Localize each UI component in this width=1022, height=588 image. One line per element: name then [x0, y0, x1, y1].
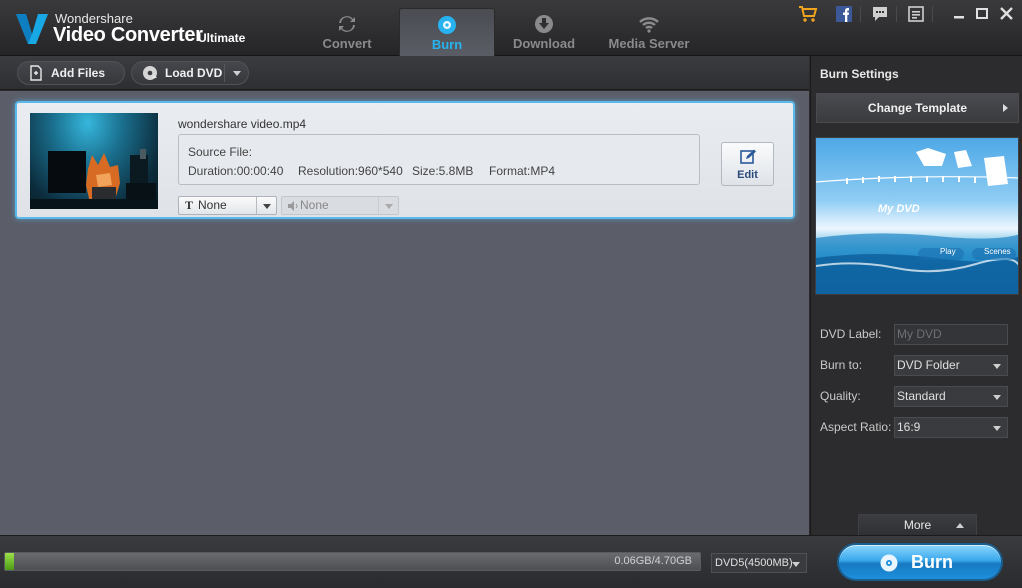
quality-value: Standard: [897, 389, 946, 403]
dvd-label-label: DVD Label:: [820, 327, 882, 341]
maximize-icon[interactable]: [973, 5, 993, 23]
edit-label: Edit: [737, 169, 758, 181]
load-dvd-button[interactable]: Load DVD: [131, 61, 249, 85]
close-icon[interactable]: [997, 5, 1017, 23]
disc-type-select[interactable]: DVD5(4500MB): [711, 553, 807, 573]
change-template-label: Change Template: [867, 101, 968, 115]
speaker-icon: [288, 201, 298, 211]
duration: Duration:00:00:40: [188, 164, 284, 178]
add-files-label: Add Files: [51, 66, 106, 80]
burn-settings-title: Burn Settings: [820, 67, 899, 81]
text-icon: T: [185, 198, 194, 212]
bottom-bar: 0.06GB/4.70GB DVD5(4500MB) Burn: [0, 535, 1022, 588]
dvd-label-placeholder: My DVD: [897, 327, 942, 341]
tab-convert[interactable]: Convert: [299, 8, 395, 56]
subtitle-value: None: [198, 198, 227, 212]
edit-icon: [740, 149, 756, 164]
change-template-button[interactable]: Change Template: [816, 93, 1019, 123]
menu-icon[interactable]: [906, 5, 926, 23]
cart-icon[interactable]: [798, 5, 818, 23]
disc-icon: [880, 554, 898, 572]
separator: [932, 6, 933, 22]
file-list: wondershare video.mp4 Source File: Durat…: [0, 91, 809, 535]
more-label: More: [903, 518, 932, 532]
separator: [860, 6, 861, 22]
preview-play: Play: [940, 247, 956, 256]
burn-to-label: Burn to:: [820, 358, 863, 372]
dvd-label-input[interactable]: My DVD: [894, 324, 1008, 345]
convert-icon: [339, 16, 355, 32]
chevron-down-icon: [993, 395, 1001, 400]
more-button[interactable]: More: [858, 514, 977, 535]
chat-icon[interactable]: [870, 5, 890, 23]
chevron-down-icon: [993, 364, 1001, 369]
download-icon: [535, 15, 553, 33]
tab-convert-label: Convert: [322, 36, 372, 51]
quality-select[interactable]: Standard: [894, 386, 1008, 407]
burn-button[interactable]: Burn: [837, 543, 1003, 581]
wifi-icon: [639, 17, 659, 33]
brand-edition: Ultimate: [198, 31, 246, 45]
resolution: Resolution:960*540: [298, 164, 403, 178]
video-thumbnail[interactable]: [30, 113, 158, 209]
load-dvd-label: Load DVD: [165, 66, 223, 80]
preview-scenes: Scenes: [984, 247, 1011, 256]
tab-download[interactable]: Download: [496, 8, 592, 56]
chevron-down-icon: [263, 204, 271, 209]
disc-type-value: DVD5(4500MB): [715, 557, 793, 569]
brand-product: Video Converter: [53, 24, 203, 46]
edit-button[interactable]: Edit: [721, 142, 774, 186]
file-item[interactable]: wondershare video.mp4 Source File: Durat…: [15, 101, 795, 219]
format: Format:MP4: [489, 164, 556, 178]
chevron-down-icon: [385, 204, 393, 209]
disc-usage-bar: 0.06GB/4.70GB: [4, 552, 701, 571]
chevron-down-icon: [233, 71, 241, 76]
add-file-icon: [30, 65, 42, 81]
load-dvd-dropdown[interactable]: [224, 64, 248, 82]
source-info-box: Source File: Duration:00:00:40 Resolutio…: [178, 134, 700, 185]
source-file-label: Source File:: [188, 145, 253, 159]
burn-label: Burn: [911, 552, 953, 572]
disc-usage-fill: [5, 553, 14, 570]
file-name: wondershare video.mp4: [178, 117, 307, 131]
file-size: Size:5.8MB: [412, 164, 474, 178]
chevron-down-icon: [993, 426, 1001, 431]
tab-media-server-label: Media Server: [608, 36, 690, 51]
preview-title: My DVD: [878, 203, 920, 215]
subtitle-select[interactable]: T None: [178, 196, 277, 215]
template-preview: My DVD Play Scenes: [815, 137, 1019, 295]
aspect-ratio-label: Aspect Ratio:: [820, 420, 892, 434]
tab-download-label: Download: [512, 36, 576, 51]
audio-value: None: [300, 198, 329, 212]
tab-burn[interactable]: Burn: [399, 8, 495, 56]
aspect-ratio-value: 16:9: [897, 420, 921, 434]
audio-select[interactable]: None: [281, 196, 399, 215]
tab-media-server[interactable]: Media Server: [601, 8, 697, 56]
chevron-right-icon: [1003, 104, 1008, 112]
template-art: [816, 148, 1018, 294]
dvd-icon: [143, 66, 157, 80]
chevron-up-icon: [956, 523, 964, 528]
chevron-down-icon: [792, 562, 800, 567]
burn-icon: [438, 16, 456, 34]
burn-to-select[interactable]: DVD Folder: [894, 355, 1008, 376]
separator: [896, 6, 897, 22]
disc-usage-text: 0.06GB/4.70GB: [614, 555, 692, 567]
facebook-icon[interactable]: [834, 5, 854, 23]
minimize-icon[interactable]: [950, 5, 970, 23]
toolbar: Add Files Load DVD: [0, 56, 809, 90]
burn-to-value: DVD Folder: [897, 358, 960, 372]
aspect-ratio-select[interactable]: 16:9: [894, 417, 1008, 438]
app-logo: [16, 14, 48, 44]
add-files-button[interactable]: Add Files: [17, 61, 125, 85]
thumbnail-scene: [30, 149, 158, 209]
tab-burn-label: Burn: [431, 37, 463, 52]
burn-settings-panel: Burn Settings Change Template My DVD Pla…: [810, 56, 1022, 535]
title-bar: Wondershare Video Converter Ultimate Con…: [0, 0, 1022, 56]
quality-label: Quality:: [820, 389, 861, 403]
